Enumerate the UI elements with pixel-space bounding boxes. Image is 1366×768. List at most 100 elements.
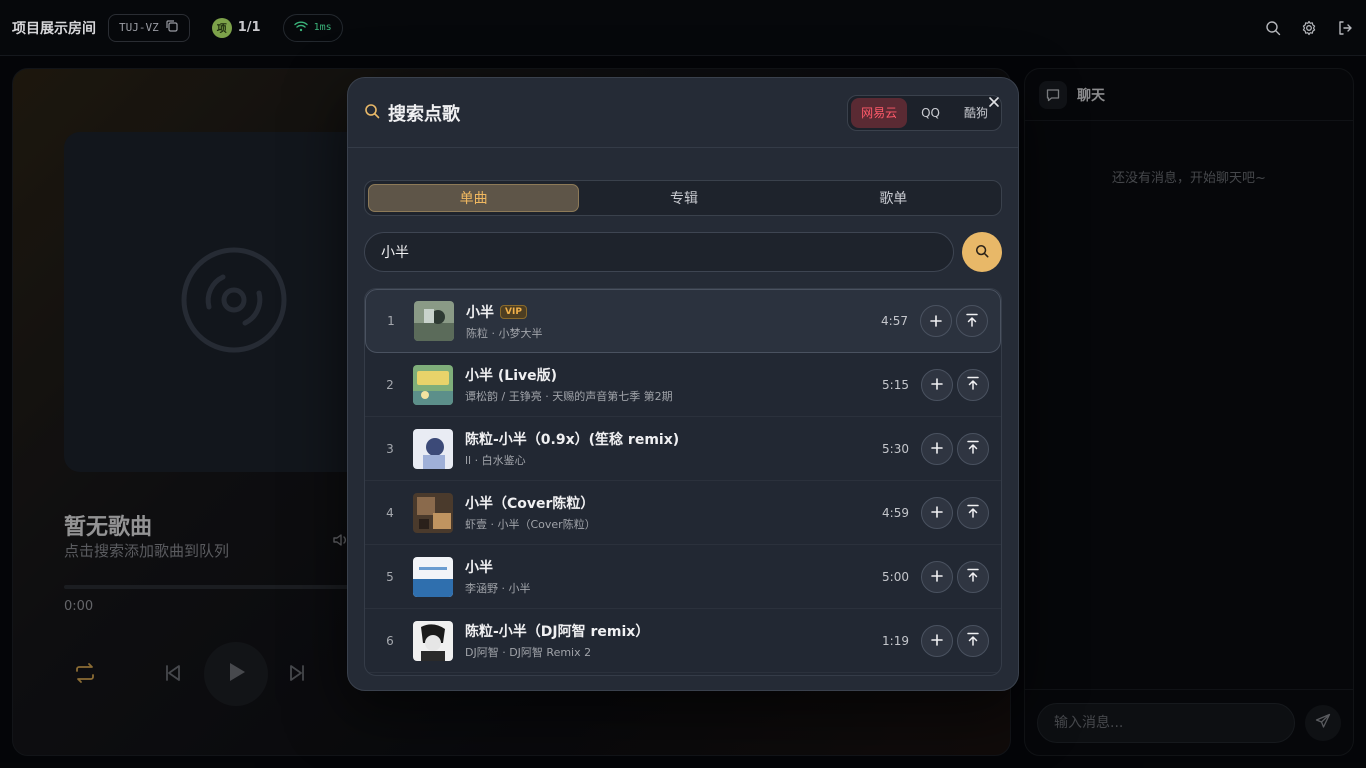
song-search-input[interactable]: [364, 232, 954, 272]
music-source-switch: 网易云 QQ 酷狗: [847, 94, 1002, 131]
search-type-tabs: 单曲 专辑 歌单: [364, 180, 1002, 216]
track-index: 6: [386, 633, 394, 648]
album-thumbnail: [413, 492, 453, 533]
song-duration: 5:00: [882, 569, 909, 584]
add-to-queue-button[interactable]: [920, 305, 952, 337]
track-index: 3: [386, 441, 394, 456]
album-thumbnail: [414, 301, 454, 341]
tab-single[interactable]: 单曲: [368, 184, 580, 212]
vip-badge: VIP: [500, 304, 527, 319]
song-name: 陈粒-小半（DJ阿智 remix）: [465, 624, 650, 640]
modal-header: 搜索点歌 网易云 QQ 酷狗: [348, 78, 1018, 148]
track-meta: 陈粒-小半（0.9x）(笙稔 remix) ll · 白水鉴心: [465, 429, 679, 468]
song-name: 小半: [465, 560, 493, 576]
play-next-button[interactable]: [957, 624, 989, 657]
latency-value: 1ms: [313, 22, 332, 33]
close-modal-button[interactable]: [986, 94, 1002, 110]
song-artist-album: DJ阿智 · DJ阿智 Remix 2: [465, 646, 592, 659]
plus-icon: [931, 567, 943, 586]
song-duration: 1:19: [882, 633, 909, 648]
song-name: 小半（Cover陈粒）: [465, 496, 595, 512]
song-name: 小半 (Live版): [465, 368, 558, 384]
track-meta: 小半 李涵野 · 小半: [465, 557, 531, 596]
search-row: [364, 232, 1002, 272]
album-thumbnail: [413, 556, 453, 597]
track-meta: 陈粒-小半（DJ阿智 remix） DJ阿智 · DJ阿智 Remix 2: [465, 621, 649, 660]
add-to-queue-button[interactable]: [921, 496, 953, 529]
source-netease[interactable]: 网易云: [851, 97, 908, 128]
song-name: 陈粒-小半（0.9x）(笙稔 remix): [465, 432, 680, 448]
arrow-to-top-icon: [966, 631, 980, 650]
play-next-button[interactable]: [957, 560, 989, 593]
room-name: 项目展示房间: [12, 20, 96, 37]
plus-icon: [931, 375, 943, 394]
top-bar: 项目展示房间 TUJ-VZ 项 1/1 1ms: [0, 0, 1366, 56]
list-item[interactable]: 3 陈粒-小半（0.9x）(笙稔 remix) ll · 白水鉴心 5:30: [365, 417, 1001, 481]
copy-icon: [165, 19, 179, 36]
track-meta: 小半 (Live版) 谭松韵 / 王铮亮 · 天赐的声音第七季 第2期: [465, 365, 673, 404]
song-duration: 5:15: [882, 377, 909, 392]
add-to-queue-button[interactable]: [921, 432, 953, 465]
song-artist-album: 虾壹 · 小半（Cover陈粒）: [465, 518, 596, 531]
online-users[interactable]: 项 1/1: [211, 17, 261, 38]
song-duration: 5:30: [882, 441, 909, 456]
search-song-modal: 搜索点歌 网易云 QQ 酷狗 单曲 专辑 歌单 1: [347, 77, 1019, 691]
add-to-queue-button[interactable]: [921, 560, 953, 593]
modal-title: 搜索点歌: [388, 103, 460, 125]
search-submit-button[interactable]: [962, 232, 1002, 272]
song-name: 小半: [466, 304, 494, 321]
arrow-to-top-icon: [966, 567, 980, 586]
arrow-to-top-icon: [966, 375, 980, 394]
play-next-button[interactable]: [957, 368, 989, 401]
search-icon: [364, 103, 380, 123]
room-code: TUJ-VZ: [119, 21, 159, 34]
song-artist-album: ll · 白水鉴心: [465, 454, 526, 467]
tab-playlist[interactable]: 歌单: [789, 184, 998, 212]
arrow-to-top-icon: [966, 503, 980, 522]
track-meta: 小半（Cover陈粒） 虾壹 · 小半（Cover陈粒）: [465, 493, 596, 532]
plus-icon: [931, 631, 943, 650]
tab-album[interactable]: 专辑: [579, 184, 788, 212]
room-code-copy-button[interactable]: TUJ-VZ: [108, 13, 190, 42]
avatar: 项: [211, 17, 232, 38]
track-index: 4: [386, 505, 394, 520]
list-item[interactable]: 1 小半 VIP 陈粒 · 小梦大半 4:57: [365, 289, 1001, 353]
song-duration: 4:59: [882, 505, 909, 520]
track-index: 5: [386, 569, 394, 584]
latency-indicator: 1ms: [282, 13, 343, 42]
play-next-button[interactable]: [957, 432, 989, 465]
source-qq[interactable]: QQ: [911, 98, 950, 128]
wifi-icon: [293, 20, 308, 35]
list-item[interactable]: 6 陈粒-小半（DJ阿智 remix） DJ阿智 · DJ阿智 Remix 2 …: [365, 609, 1001, 673]
arrow-to-top-icon: [966, 439, 980, 458]
track-index: 2: [386, 377, 394, 392]
settings-gear-icon[interactable]: [1300, 19, 1318, 37]
list-item[interactable]: 5 小半 李涵野 · 小半 5:00: [365, 545, 1001, 609]
close-icon: [988, 93, 1000, 112]
album-thumbnail: [413, 364, 453, 405]
song-duration: 4:57: [881, 314, 908, 328]
song-artist-album: 李涵野 · 小半: [465, 582, 531, 595]
play-next-button[interactable]: [957, 496, 989, 529]
song-artist-album: 陈粒 · 小梦大半: [466, 326, 543, 340]
track-meta: 小半 VIP 陈粒 · 小梦大半: [466, 302, 543, 341]
track-index: 1: [387, 314, 395, 328]
list-item[interactable]: 2 小半 (Live版) 谭松韵 / 王铮亮 · 天赐的声音第七季 第2期 5:…: [365, 353, 1001, 417]
search-results-list: 1 小半 VIP 陈粒 · 小梦大半 4:57 2 小半 (Live版) 谭松韵…: [364, 288, 1002, 676]
plus-icon: [931, 503, 943, 522]
search-icon: [975, 243, 989, 262]
plus-icon: [930, 312, 942, 331]
logout-icon[interactable]: [1336, 19, 1354, 37]
song-artist-album: 谭松韵 / 王铮亮 · 天赐的声音第七季 第2期: [465, 390, 673, 403]
add-to-queue-button[interactable]: [921, 368, 953, 401]
play-next-button[interactable]: [956, 305, 988, 337]
album-thumbnail: [413, 428, 453, 469]
album-thumbnail: [413, 620, 453, 661]
user-count: 1/1: [237, 20, 261, 35]
top-actions: [1264, 19, 1354, 37]
list-item[interactable]: 4 小半（Cover陈粒） 虾壹 · 小半（Cover陈粒） 4:59: [365, 481, 1001, 545]
search-icon[interactable]: [1264, 19, 1282, 37]
arrow-to-top-icon: [965, 312, 979, 331]
add-to-queue-button[interactable]: [921, 624, 953, 657]
plus-icon: [931, 439, 943, 458]
